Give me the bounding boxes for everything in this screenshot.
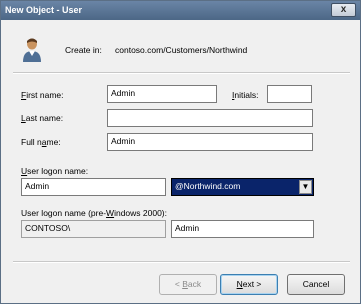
full-name-label: Full name:: [21, 137, 61, 147]
close-button[interactable]: x: [331, 3, 356, 17]
logon-name-label: User logon name:: [21, 166, 89, 176]
initials-input[interactable]: [267, 85, 312, 103]
logon-name-pre2000-label: User logon name (pre-Windows 2000):: [21, 208, 167, 218]
first-name-input[interactable]: Admin: [107, 85, 217, 103]
footer-separator: [13, 261, 350, 263]
logon-name-input[interactable]: Admin: [21, 178, 166, 196]
header-separator: [13, 72, 350, 74]
close-icon: x: [340, 4, 347, 15]
domain-prefix-field: CONTOSO\: [21, 220, 166, 238]
logon-name-pre2000-input[interactable]: Admin: [171, 220, 314, 238]
upn-suffix-select[interactable]: @Northwind.com ▼: [171, 178, 314, 196]
dialog-content: Create in: contoso.com/Customers/Northwi…: [5, 21, 356, 300]
new-object-user-dialog: New Object - User x Create in: contoso.c…: [0, 0, 361, 304]
back-button[interactable]: < Back: [159, 274, 217, 295]
title-bar: New Object - User x: [1, 1, 360, 20]
next-button[interactable]: Next >: [220, 274, 278, 295]
window-title: New Object - User: [5, 5, 83, 15]
create-in-label: Create in:: [65, 45, 102, 55]
last-name-label: Last name:: [21, 113, 64, 123]
first-name-label: First name:: [21, 90, 64, 100]
create-in-value: contoso.com/Customers/Northwind: [115, 45, 248, 55]
initials-label: Initials:: [232, 90, 259, 100]
last-name-input[interactable]: [107, 109, 313, 127]
upn-suffix-value: @Northwind.com: [175, 181, 241, 191]
full-name-input[interactable]: Admin: [107, 133, 313, 151]
cancel-button[interactable]: Cancel: [287, 274, 345, 295]
user-icon: [21, 37, 43, 63]
chevron-down-icon[interactable]: ▼: [299, 180, 312, 194]
